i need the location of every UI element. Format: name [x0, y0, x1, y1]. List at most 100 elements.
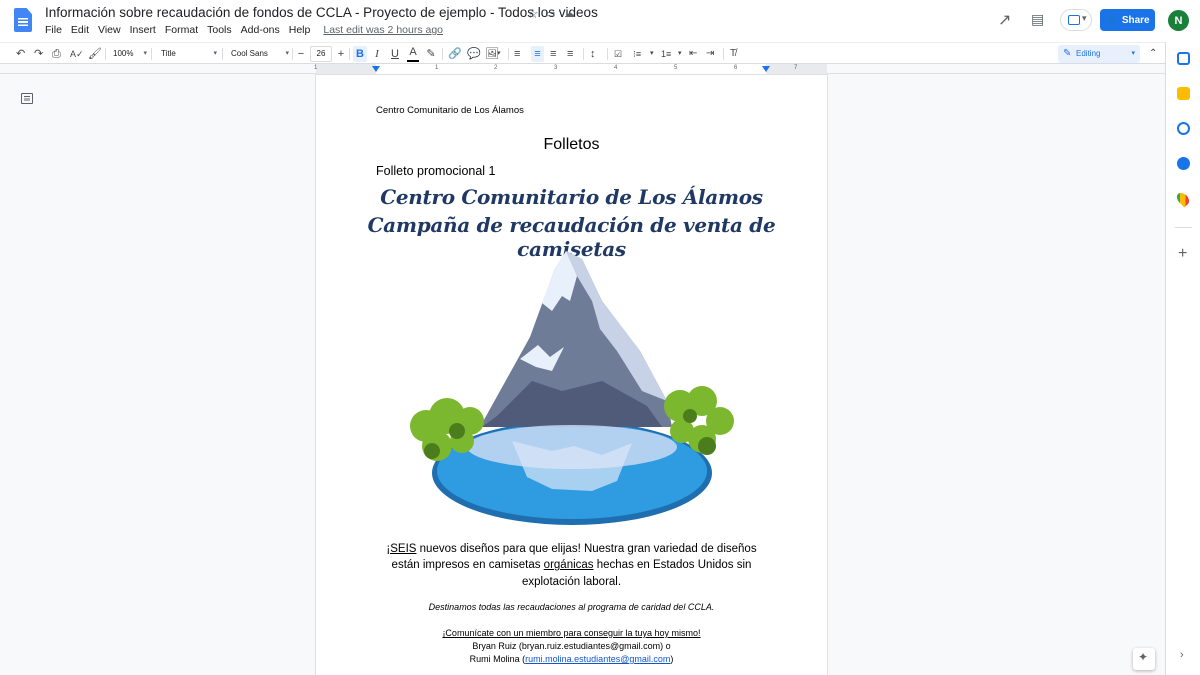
editing-mode-select[interactable]: ✎ Editing ▾ [1058, 45, 1140, 63]
underline-button[interactable]: U [389, 46, 401, 62]
align-left-icon[interactable]: ≡ [514, 46, 520, 62]
call-to-action[interactable]: ¡Comunícate con un miembro para consegui… [316, 628, 827, 638]
contact-2-suffix: ) [670, 654, 674, 664]
align-center-icon[interactable]: ≡ [531, 46, 544, 62]
contact-line-2[interactable]: Rumi Molina (rumi.molina.estudiantes@gma… [316, 654, 827, 664]
bulleted-list-icon[interactable]: ⁝≡ [633, 46, 641, 62]
chevron-down-icon[interactable]: ▾ [678, 46, 682, 62]
menu-tools[interactable]: Tools [207, 24, 232, 36]
insert-link-icon[interactable]: 🔗 [448, 46, 462, 62]
right-indent-marker[interactable] [762, 66, 770, 72]
ruler[interactable]: 1 1 2 3 4 5 6 7 [0, 64, 1165, 74]
document-canvas: Centro Comunitario de Los Álamos Folleto… [0, 75, 1165, 675]
flyer-title-line-1[interactable]: Centro Comunitario de Los Álamos [316, 185, 827, 209]
chevron-down-icon: ▾ [143, 50, 147, 57]
add-comment-icon[interactable]: 💬 [467, 46, 481, 62]
share-button[interactable]: 👤 Share [1100, 9, 1155, 31]
account-avatar[interactable]: N [1168, 10, 1189, 31]
toolbar-divider [292, 48, 293, 60]
menu-bar: File Edit View Insert Format Tools Add-o… [45, 24, 452, 36]
menu-addons[interactable]: Add-ons [241, 24, 280, 36]
contact-line-1[interactable]: Bryan Ruiz (bryan.ruiz.estudiantes@gmail… [316, 641, 827, 651]
tasks-icon[interactable] [1177, 122, 1190, 135]
numbered-list-icon[interactable]: 1≡ [661, 46, 671, 62]
font-size-input[interactable]: 26 [310, 46, 332, 62]
contact-email-link[interactable]: rumi.molina.estudiantes@gmail.com [525, 654, 670, 664]
menu-format[interactable]: Format [165, 24, 198, 36]
toolbar-divider [105, 48, 106, 60]
redo-icon[interactable]: ↷ [34, 46, 43, 62]
increase-indent-icon[interactable]: ⇥ [706, 46, 714, 62]
ruler-number: 4 [614, 65, 618, 71]
highlight-icon[interactable]: ✎ [425, 46, 437, 62]
move-folder-icon[interactable]: ▭ [545, 7, 555, 20]
checklist-icon[interactable]: ☑ [614, 46, 622, 62]
app-header: Información sobre recaudación de fondos … [0, 0, 1200, 42]
chevron-up-icon[interactable]: ⌃ [1149, 46, 1157, 62]
decrease-font-size-button[interactable]: − [296, 46, 306, 62]
contacts-icon[interactable] [1177, 157, 1190, 170]
font-select[interactable]: Cool Sans ▾ [231, 46, 289, 62]
spellcheck-icon[interactable]: A✓ [70, 46, 84, 62]
maps-icon[interactable] [1174, 190, 1192, 208]
organic-emphasis: orgánicas [543, 559, 594, 572]
last-edit-link[interactable]: Last edit was 2 hours ago [323, 24, 443, 36]
clear-formatting-icon[interactable]: T̸ [730, 46, 736, 62]
docs-logo-icon[interactable] [14, 8, 32, 32]
share-label: Share [1121, 14, 1150, 26]
document-title[interactable]: Información sobre recaudación de fondos … [45, 5, 598, 20]
mountain-lake-illustration[interactable] [402, 241, 742, 529]
keep-icon[interactable] [1177, 87, 1190, 100]
calendar-icon[interactable] [1177, 52, 1190, 65]
style-value: Title [161, 49, 176, 58]
undo-icon[interactable]: ↶ [16, 46, 25, 62]
activity-trend-icon[interactable]: ↗ [998, 10, 1011, 30]
menu-edit[interactable]: Edit [71, 24, 89, 36]
explore-button[interactable] [1133, 648, 1155, 670]
style-select[interactable]: Title ▾ [161, 46, 217, 62]
cloud-status-icon[interactable]: ☁ [564, 7, 575, 20]
charity-note[interactable]: Destinamos todas las recaudaciones al pr… [316, 602, 827, 612]
increase-font-size-button[interactable]: + [336, 46, 346, 62]
chevron-right-icon[interactable]: › [1180, 649, 1184, 661]
add-addon-icon[interactable]: + [1178, 245, 1187, 263]
six-emphasis: ¡SEIS [386, 543, 417, 555]
ruler-number: 1 [435, 65, 439, 71]
editing-mode-value: Editing [1076, 49, 1101, 58]
zoom-select[interactable]: 100% ▾ [113, 46, 147, 62]
ruler-number: 1 [314, 65, 318, 71]
present-button[interactable]: ▾ [1060, 9, 1092, 31]
left-indent-marker[interactable] [372, 66, 380, 72]
menu-insert[interactable]: Insert [130, 24, 156, 36]
present-icon [1068, 15, 1080, 25]
page-header-text[interactable]: Centro Comunitario de Los Álamos [376, 105, 524, 116]
align-right-icon[interactable]: ≡ [550, 46, 556, 62]
menu-file[interactable]: File [45, 24, 62, 36]
italic-button[interactable]: I [371, 46, 383, 62]
toolbar: ↶ ↷ ⎙ A✓ 🖌 100% ▾ Title ▾ Cool Sans ▾ − … [0, 42, 1165, 64]
bold-button[interactable]: B [353, 46, 367, 62]
line-spacing-icon[interactable]: ↕ [590, 46, 596, 62]
ruler-number: 7 [794, 65, 798, 71]
body-paragraph[interactable]: ¡SEIS nuevos diseños para que elijas! Nu… [376, 541, 767, 590]
star-icon[interactable]: ☆ [527, 6, 539, 22]
toolbar-divider [607, 48, 608, 60]
toolbar-divider [508, 48, 509, 60]
chevron-down-icon[interactable]: ▾ [650, 46, 654, 62]
comments-icon[interactable]: ▤ [1031, 11, 1044, 28]
document-heading[interactable]: Folletos [316, 136, 827, 154]
align-justify-icon[interactable]: ≡ [567, 46, 573, 62]
decrease-indent-icon[interactable]: ⇤ [689, 46, 697, 62]
chevron-down-icon[interactable]: ▾ [497, 46, 501, 62]
document-page[interactable]: Centro Comunitario de Los Álamos Folleto… [316, 75, 827, 675]
text-color-button[interactable]: A [407, 46, 419, 62]
ruler-number: 3 [554, 65, 558, 71]
paint-format-icon[interactable]: 🖌 [88, 46, 102, 62]
menu-view[interactable]: View [98, 24, 121, 36]
document-subheading[interactable]: Folleto promocional 1 [376, 164, 496, 178]
toolbar-divider [151, 48, 152, 60]
document-outline-icon[interactable] [21, 93, 33, 104]
menu-help[interactable]: Help [289, 24, 311, 36]
print-icon[interactable]: ⎙ [52, 46, 61, 62]
font-value: Cool Sans [231, 49, 268, 58]
